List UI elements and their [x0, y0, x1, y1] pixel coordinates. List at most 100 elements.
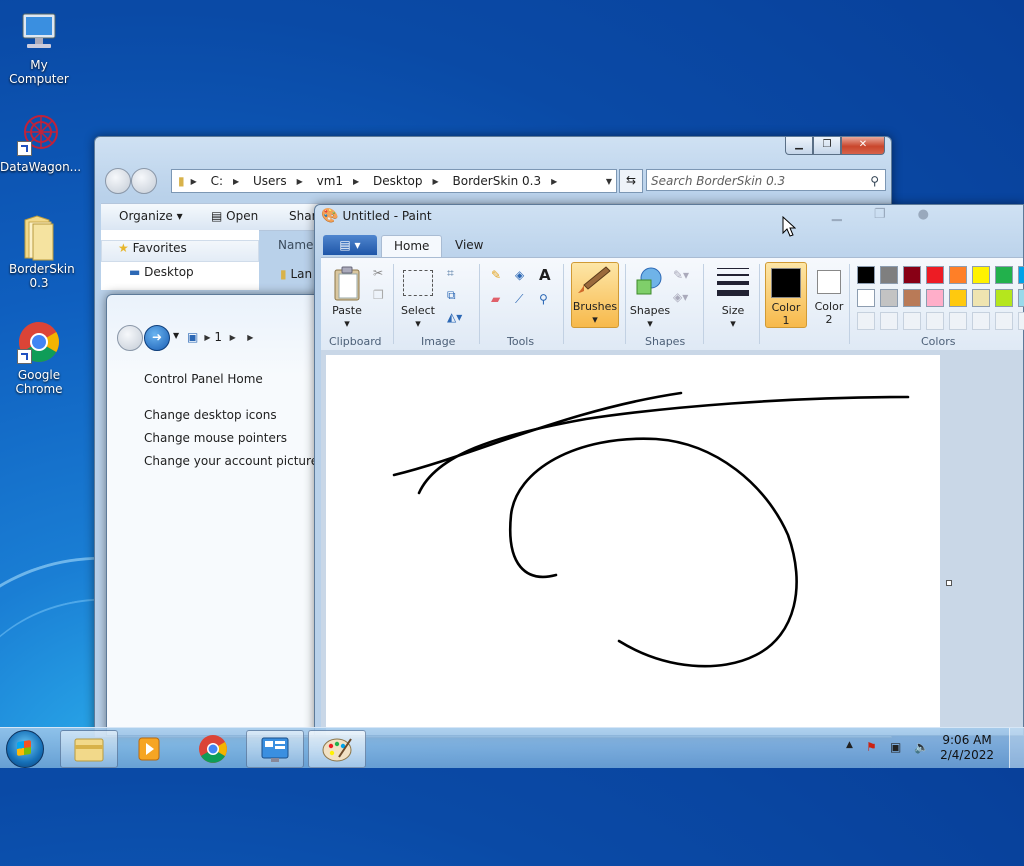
color-swatch[interactable]: [903, 266, 921, 284]
color-swatch[interactable]: [926, 289, 944, 307]
control-panel-home-link[interactable]: Control Panel Home: [144, 372, 263, 386]
chevron-down-icon[interactable]: ▼: [606, 177, 612, 186]
change-mouse-pointers-link[interactable]: Change mouse pointers: [144, 431, 287, 445]
color-swatch[interactable]: [949, 266, 967, 284]
custom-color-slot[interactable]: [903, 312, 921, 330]
resize-icon[interactable]: ⧉: [447, 288, 456, 303]
volume-icon[interactable]: 🔈: [914, 740, 929, 754]
eraser-icon[interactable]: ▰: [491, 292, 500, 306]
desktop-icon-borderskin[interactable]: BorderSkin 0.3: [0, 214, 78, 290]
pencil-icon[interactable]: ✎: [491, 268, 501, 282]
fill-shape-icon[interactable]: ◈▾: [673, 290, 688, 304]
color-picker-icon[interactable]: ⟋: [515, 292, 523, 307]
magnifier-icon[interactable]: ⚲: [539, 292, 548, 306]
custom-color-slot[interactable]: [880, 312, 898, 330]
color2-button[interactable]: Color 2: [809, 262, 849, 326]
show-desktop-button[interactable]: [1009, 728, 1024, 768]
color1-button[interactable]: Color 1: [765, 262, 807, 328]
crop-icon[interactable]: ⌗: [447, 266, 454, 281]
color-swatch[interactable]: [880, 266, 898, 284]
tab-view[interactable]: View: [443, 235, 495, 256]
custom-color-slot[interactable]: [926, 312, 944, 330]
brushes-button[interactable]: Brushes ▾: [571, 262, 619, 328]
forward-arrow-icon[interactable]: ➜: [144, 325, 170, 351]
action-center-icon[interactable]: ⚑: [866, 740, 877, 754]
desktop-icon-datawagon[interactable]: DataWagon...: [0, 112, 81, 174]
color-swatch[interactable]: [857, 289, 875, 307]
text-icon[interactable]: A: [539, 266, 551, 284]
custom-color-slot[interactable]: [995, 312, 1013, 330]
shapes-button[interactable]: Shapes ▾: [627, 304, 673, 330]
breadcrumb-vm1[interactable]: vm1: [317, 174, 343, 188]
minimize-button[interactable]: ▁: [785, 137, 813, 155]
organize-button[interactable]: Organize ▾: [119, 209, 183, 223]
column-header-name[interactable]: Name: [278, 238, 313, 252]
nav-label: Desktop: [144, 265, 194, 279]
color-swatch[interactable]: [995, 266, 1013, 284]
taskbar-paint-button[interactable]: [308, 730, 366, 768]
taskbar-control-panel-button[interactable]: [246, 730, 304, 768]
color-swatch[interactable]: [1018, 289, 1024, 307]
color-swatch[interactable]: [903, 289, 921, 307]
chevron-down-icon[interactable]: ▼: [173, 331, 179, 340]
rotate-icon[interactable]: ◭▾: [447, 310, 462, 324]
color-swatch[interactable]: [880, 289, 898, 307]
start-button[interactable]: [6, 730, 44, 768]
custom-color-slot[interactable]: [1018, 312, 1024, 330]
favorites-header[interactable]: ★ Favorites: [101, 240, 259, 262]
show-hidden-icons-button[interactable]: ▲: [846, 740, 853, 750]
paint-app-icon[interactable]: 🎨: [321, 208, 338, 224]
taskbar-media-player-button[interactable]: [120, 730, 178, 768]
back-button[interactable]: [117, 325, 143, 351]
color-swatch[interactable]: [972, 289, 990, 307]
fill-icon[interactable]: ◈: [515, 268, 524, 282]
paste-button[interactable]: Paste ▾: [327, 304, 367, 330]
close-button[interactable]: ✕: [841, 137, 885, 155]
open-button[interactable]: ▤ Open: [211, 209, 258, 223]
custom-color-slot[interactable]: [857, 312, 875, 330]
nav-item-desktop[interactable]: ▬ Desktop: [129, 265, 194, 279]
color-swatch[interactable]: [857, 266, 875, 284]
breadcrumb-desktop[interactable]: Desktop: [373, 174, 423, 188]
desktop-icon-chrome[interactable]: Google Chrome: [0, 320, 78, 396]
file-row[interactable]: ▮ Lan: [280, 267, 312, 281]
size-button[interactable]: Size ▾: [713, 304, 753, 330]
maximize-button[interactable]: ❐: [813, 137, 841, 155]
breadcrumb-item[interactable]: 1: [214, 330, 222, 344]
search-input[interactable]: Search BorderSkin 0.3 ⚲: [646, 169, 886, 191]
address-bar[interactable]: ▮ ▶ C: ▶ Users ▶ vm1 ▶ Desktop ▶ BorderS…: [171, 169, 617, 193]
change-desktop-icons-link[interactable]: Change desktop icons: [144, 408, 277, 422]
share-button[interactable]: Shar: [289, 209, 317, 223]
paint-window[interactable]: 🎨 Untitled - Paint ▁ ❐ ● ▤ ▾ Home View P…: [314, 204, 1024, 736]
color-swatch[interactable]: [926, 266, 944, 284]
change-account-picture-link[interactable]: Change your account picture: [144, 454, 318, 468]
color-swatch[interactable]: [995, 289, 1013, 307]
taskbar-chrome-button[interactable]: [184, 730, 242, 768]
network-icon[interactable]: ▣: [890, 740, 901, 754]
custom-color-slot[interactable]: [949, 312, 967, 330]
refresh-button[interactable]: ⇆: [619, 169, 643, 193]
tab-home[interactable]: Home: [381, 235, 443, 257]
clock[interactable]: 9:06 AM 2/4/2022: [940, 733, 994, 763]
control-panel-window[interactable]: ➜ ▼ ▣ ▶ 1 ▶ ▶ Control Panel Home Change …: [106, 294, 338, 736]
canvas-resize-handle[interactable]: [946, 580, 952, 586]
cut-icon[interactable]: ✂: [373, 266, 383, 280]
drawing-canvas[interactable]: [326, 355, 940, 735]
forward-button[interactable]: [131, 168, 157, 194]
color-swatch[interactable]: [949, 289, 967, 307]
color-swatch[interactable]: [1018, 266, 1024, 284]
paint-menu-button[interactable]: ▤ ▾: [323, 235, 377, 255]
taskbar-explorer-button[interactable]: [60, 730, 118, 768]
desktop-icon-my-computer[interactable]: My Computer: [0, 10, 78, 86]
back-button[interactable]: [105, 168, 131, 194]
breadcrumb-users[interactable]: Users: [253, 174, 287, 188]
breadcrumb-borderskin[interactable]: BorderSkin 0.3: [453, 174, 542, 188]
star-icon: ★: [118, 241, 129, 255]
breadcrumb-c[interactable]: C:: [211, 174, 223, 188]
color-swatch[interactable]: [972, 266, 990, 284]
chevron-right-icon: ▶: [204, 332, 211, 342]
outline-icon[interactable]: ✎▾: [673, 268, 689, 282]
select-button[interactable]: Select ▾: [399, 304, 437, 330]
custom-color-slot[interactable]: [972, 312, 990, 330]
copy-icon[interactable]: ❐: [373, 288, 384, 302]
